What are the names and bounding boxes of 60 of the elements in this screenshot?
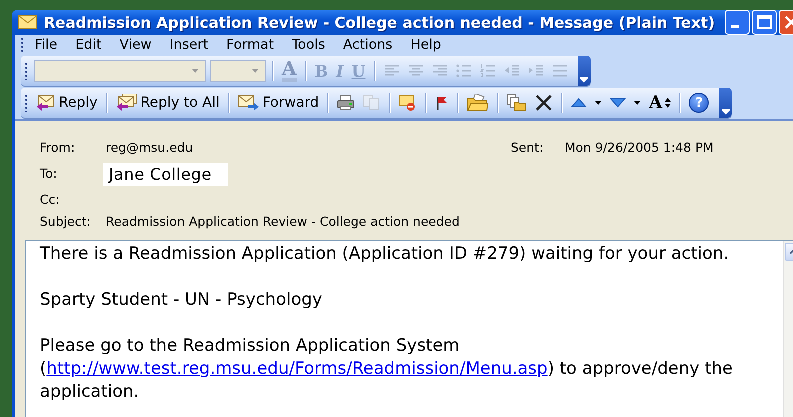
menu-item[interactable]: View: [112, 35, 159, 55]
window-title: Readmission Application Review - College action needed - Message (Plain Text): [44, 14, 716, 32]
sent-label: Sent:: [511, 140, 545, 154]
down-arrow-icon: [610, 97, 626, 109]
sender-address: reg@msu.edu: [106, 140, 194, 154]
up-arrow-icon: [571, 97, 588, 109]
indent-icon: [528, 64, 544, 78]
menu-item[interactable]: Tools: [285, 35, 332, 55]
message-body[interactable]: [25, 240, 793, 417]
maximize-button[interactable]: [752, 10, 777, 35]
align-left-icon: [384, 64, 400, 78]
reply-button[interactable]: Reply: [32, 91, 102, 115]
caret-icon: [252, 69, 259, 73]
sent-date: Mon 9/26/2005 1:48 PM: [565, 140, 714, 154]
reply-all-button[interactable]: Reply to All: [112, 91, 224, 115]
delete-icon: [535, 94, 554, 112]
recipient-field[interactable]: Jane College: [103, 163, 228, 186]
menu-item[interactable]: Insert: [162, 35, 216, 55]
caret-icon: [595, 101, 602, 105]
menu-item[interactable]: Actions: [336, 35, 400, 55]
menu-item[interactable]: Edit: [68, 35, 109, 55]
envelope-arrow-icon: [36, 94, 56, 112]
subject-label: Subject:: [40, 214, 92, 228]
subject-text: Readmission Application Review - College action needed: [106, 214, 460, 228]
envelope-arrow-icon: [238, 94, 260, 112]
envelope-icon: [399, 94, 418, 112]
caret-icon: [192, 69, 199, 73]
to-label: To:: [40, 166, 58, 180]
chevron-icon: [722, 107, 730, 115]
align-center-icon: [408, 64, 424, 78]
envelopes-arrow-icon: [116, 94, 138, 112]
pages-icon: [363, 95, 382, 111]
body-paragraph: There is a Readmission Application (Application ID #279) waiting for your action.: [40, 243, 730, 266]
body-paragraph: Please go to the Readmission Application System (http://www.test.reg.msu.edu/Forms/Readmission/Menu.asp) to approve/deny the application.: [40, 335, 734, 404]
flag-icon: [435, 95, 450, 111]
forward-button[interactable]: Forward: [234, 91, 324, 115]
pages-folder-icon: [507, 94, 528, 112]
folder-icon: [467, 94, 490, 112]
toolbar-grip[interactable]: [25, 94, 28, 112]
menu-item[interactable]: File: [28, 35, 65, 55]
chevron-icon: [580, 75, 588, 83]
outdent-icon: [504, 64, 520, 78]
body-paragraph: Sparty Student - UN - Psychology: [40, 289, 324, 312]
menu-item[interactable]: Format: [220, 35, 282, 55]
align-right-icon: [432, 64, 448, 78]
printer-icon: [337, 95, 356, 111]
envelope-icon: [18, 14, 38, 30]
caret-icon: [634, 101, 642, 105]
menu-item[interactable]: Help: [404, 35, 448, 55]
cc-label: Cc:: [40, 192, 61, 206]
from-label: From:: [40, 140, 76, 154]
link[interactable]: http://www.test.reg.msu.edu/Forms/Readmission/Menu.asp: [46, 359, 548, 379]
toolbar-options-button[interactable]: [719, 88, 732, 118]
font-size-button[interactable]: A: [645, 90, 676, 116]
numbered-list-icon: [480, 64, 496, 78]
bullet-list-icon: [456, 64, 472, 78]
lines-icon: [552, 64, 568, 78]
toolbar-grip[interactable]: [21, 37, 24, 53]
minimize-button[interactable]: [725, 10, 750, 35]
up-down-arrows-icon: [665, 98, 672, 108]
